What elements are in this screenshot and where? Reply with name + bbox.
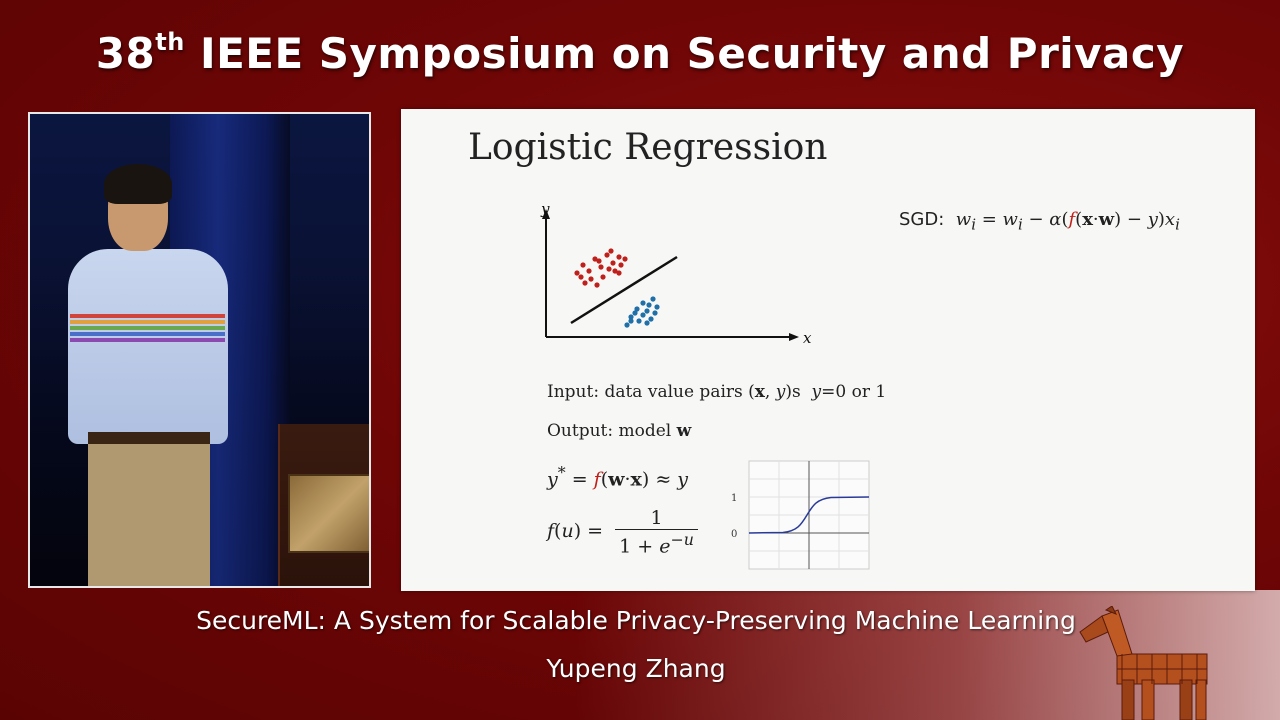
red-data-point [606, 266, 612, 272]
sigmoid-plot: 1 0 [731, 460, 870, 570]
conference-title: 38th IEEE Symposium on Security and Priv… [0, 28, 1280, 78]
blue-data-point [646, 302, 652, 308]
red-data-point [622, 256, 628, 262]
red-data-point [578, 274, 584, 280]
red-data-point [594, 282, 600, 288]
shirt-stripe [70, 326, 225, 330]
shirt-stripe [70, 332, 225, 336]
shirt-stripe [70, 338, 225, 342]
input-cond: =0 or 1 [821, 382, 887, 402]
speaker-hair [104, 164, 172, 204]
red-data-point [618, 262, 624, 268]
blue-data-point [636, 318, 642, 324]
horse-leg [1179, 679, 1193, 720]
blue-data-point [644, 308, 650, 314]
shirt-stripe [70, 320, 225, 324]
conference-number: 38 [95, 29, 156, 78]
red-data-point [580, 262, 586, 268]
input-after: )s [785, 382, 807, 402]
input-y: y [775, 382, 786, 402]
sigmoid-tick-0: 0 [731, 529, 737, 540]
input-cond-y: y [811, 382, 822, 402]
horse-leg [1141, 679, 1155, 720]
speaker-pants [88, 444, 210, 586]
blue-data-point [632, 310, 638, 316]
blue-data-point [650, 296, 656, 302]
conference-name: IEEE Symposium on Security and Privacy [184, 29, 1185, 78]
x-axis-arrow [789, 333, 799, 341]
horse-head [1079, 615, 1109, 643]
blue-data-point [652, 310, 658, 316]
input-description: Input: data value pairs (x, y)s y=0 or 1 [547, 382, 886, 402]
blue-data-point [624, 322, 630, 328]
horse-leg [1195, 679, 1207, 720]
sigmoid-fraction: 1 1 + e−u [615, 507, 698, 557]
red-data-point [610, 260, 616, 266]
output-w: w [676, 421, 692, 441]
red-data-point [582, 280, 588, 286]
blue-data-point [644, 320, 650, 326]
horse-leg [1121, 679, 1135, 720]
blue-data-point [648, 316, 654, 322]
blue-data-point [628, 318, 634, 324]
red-data-point [616, 254, 622, 260]
speaker-shirt [68, 249, 228, 444]
sgd-formula: SGD: wi = wi − α(f(x·w) − y)xi [899, 209, 1180, 234]
red-data-point [604, 252, 610, 258]
trojan-horse-logo [1079, 606, 1208, 720]
red-data-point [600, 274, 606, 280]
scatter-diagram: y x [540, 200, 812, 347]
input-text: Input: data value pairs ( [547, 382, 755, 402]
input-sep: , [764, 382, 776, 402]
y-axis-label: y [540, 200, 550, 218]
red-data-point [608, 248, 614, 254]
sigmoid-formula: f(u) = 1 1 + e−u [547, 507, 698, 557]
red-data-point [598, 264, 604, 270]
speaker-video [28, 112, 371, 588]
blue-point-cluster [624, 296, 660, 328]
decision-boundary [570, 255, 678, 325]
prediction-formula: y* = f(w·x) ≈ y [547, 463, 689, 491]
output-description: Output: model w [547, 421, 691, 441]
red-data-point [616, 270, 622, 276]
x-axis-label: x [803, 329, 812, 347]
podium-plaque [288, 474, 369, 553]
sgd-label: SGD: [899, 209, 945, 230]
presentation-slide: Logistic Regression y x SGD: wi = wi − α… [401, 109, 1255, 591]
shirt-stripe [70, 314, 225, 318]
blue-data-point [654, 304, 660, 310]
red-data-point [588, 276, 594, 282]
blue-data-point [640, 312, 646, 318]
slide-title: Logistic Regression [468, 127, 828, 168]
sigmoid-tick-1: 1 [731, 493, 737, 504]
red-point-cluster [574, 248, 628, 288]
red-data-point [596, 258, 602, 264]
blue-data-point [640, 300, 646, 306]
red-data-point [574, 270, 580, 276]
output-text: Output: model [547, 421, 677, 441]
input-x: x [754, 382, 765, 402]
conference-ordinal: th [155, 28, 185, 56]
red-data-point [586, 268, 592, 274]
